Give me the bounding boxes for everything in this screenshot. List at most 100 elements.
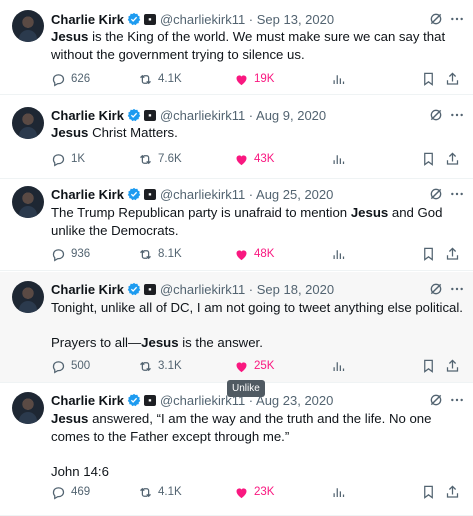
- tweet[interactable]: Charlie Kirk ▪ @charliekirk11 · Aug 25, …: [0, 180, 473, 271]
- views-icon[interactable]: [331, 150, 346, 168]
- grok-icon[interactable]: [428, 281, 444, 297]
- reply-button[interactable]: 626: [51, 70, 90, 88]
- like-button[interactable]: 19K: [234, 70, 274, 88]
- tweet[interactable]: Charlie Kirk ▪ @charliekirk11 · Aug 9, 2…: [0, 96, 473, 179]
- author-name[interactable]: Charlie Kirk: [51, 108, 124, 123]
- tweet[interactable]: Charlie Kirk ▪ @charliekirk11 · Sep 18, …: [0, 272, 473, 383]
- heart-icon: [236, 361, 247, 372]
- verified-badge-icon: [127, 282, 141, 296]
- tweet-header: Charlie Kirk ▪ @charliekirk11 · Aug 23, …: [51, 391, 333, 409]
- reply-count: 500: [71, 360, 91, 372]
- author-name[interactable]: Charlie Kirk: [51, 12, 124, 27]
- views-icon[interactable]: [331, 245, 346, 263]
- reply-icon: [52, 360, 65, 374]
- views-icon[interactable]: [331, 483, 346, 501]
- handle-and-date[interactable]: @charliekirk11 · Sep 13, 2020: [160, 12, 334, 27]
- avatar[interactable]: [12, 10, 44, 42]
- tweet-text: Jesus Christ Matters.: [51, 125, 178, 140]
- share-icon[interactable]: [445, 245, 460, 263]
- repost-icon: [140, 361, 151, 371]
- share-icon[interactable]: [445, 483, 460, 501]
- repost-button[interactable]: 7.6K: [138, 150, 182, 168]
- reply-button[interactable]: 500: [51, 357, 90, 375]
- repost-button[interactable]: 4.1K: [138, 483, 182, 501]
- repost-count: 4.1K: [158, 486, 182, 498]
- author-name[interactable]: Charlie Kirk: [51, 282, 124, 297]
- like-button[interactable]: 48K: [234, 245, 274, 263]
- like-button[interactable]: 43K: [234, 150, 274, 168]
- tweet-actions: 626 4.1K 19K: [51, 70, 463, 88]
- like-button[interactable]: 23K: [234, 483, 274, 501]
- verified-badge-icon: [127, 393, 141, 407]
- affiliate-badge-icon: ▪: [143, 13, 156, 25]
- tweet-header: Charlie Kirk ▪ @charliekirk11 · Aug 9, 2…: [51, 106, 326, 124]
- like-button[interactable]: 25K: [234, 357, 274, 375]
- repost-icon: [140, 154, 151, 164]
- avatar[interactable]: [12, 107, 44, 139]
- tweet[interactable]: Charlie Kirk ▪ @charliekirk11 · Aug 23, …: [0, 384, 473, 516]
- author-name[interactable]: Charlie Kirk: [51, 393, 124, 408]
- heart-icon: [236, 249, 247, 260]
- reply-icon: [52, 73, 65, 87]
- views-icon[interactable]: [331, 70, 346, 88]
- reply-button[interactable]: 469: [51, 483, 90, 501]
- grok-icon[interactable]: [428, 107, 444, 123]
- verified-badge-icon: [127, 108, 141, 122]
- handle-and-date[interactable]: @charliekirk11 · Sep 18, 2020: [160, 282, 334, 297]
- bookmark-icon[interactable]: [421, 150, 436, 168]
- views-icon[interactable]: [331, 357, 346, 375]
- avatar[interactable]: [12, 186, 44, 218]
- like-count: 43K: [254, 153, 275, 165]
- bookmark-icon[interactable]: [421, 357, 436, 375]
- tweet-actions: 469 4.1K 23K: [51, 483, 463, 501]
- bookmark-icon[interactable]: [421, 245, 436, 263]
- repost-button[interactable]: 4.1K: [138, 70, 182, 88]
- more-options-icon[interactable]: [449, 107, 465, 123]
- repost-button[interactable]: 8.1K: [138, 245, 182, 263]
- like-count: 23K: [254, 486, 275, 498]
- affiliate-badge-icon: ▪: [143, 394, 156, 406]
- affiliate-badge-icon: ▪: [143, 109, 156, 121]
- repost-icon: [140, 249, 151, 259]
- repost-button[interactable]: 3.1K: [138, 357, 182, 375]
- more-options-icon[interactable]: [449, 392, 465, 408]
- reply-icon: [52, 153, 65, 167]
- handle-and-date[interactable]: @charliekirk11 · Aug 25, 2020: [160, 187, 333, 202]
- reply-button[interactable]: 1K: [51, 150, 85, 168]
- tweet[interactable]: Charlie Kirk ▪ @charliekirk11 · Sep 13, …: [0, 0, 473, 95]
- tweet-actions: 1K 7.6K 43K: [51, 150, 463, 168]
- repost-icon: [140, 74, 151, 84]
- more-options-icon[interactable]: [449, 186, 465, 202]
- share-icon[interactable]: [445, 357, 460, 375]
- tweet-header: Charlie Kirk ▪ @charliekirk11 · Sep 18, …: [51, 280, 334, 298]
- affiliate-badge-icon: ▪: [143, 283, 156, 295]
- share-icon[interactable]: [445, 70, 460, 88]
- handle-and-date[interactable]: @charliekirk11 · Aug 9, 2020: [160, 108, 326, 123]
- author-name[interactable]: Charlie Kirk: [51, 187, 124, 202]
- like-count: 19K: [254, 73, 275, 85]
- verified-badge-icon: [127, 12, 141, 26]
- avatar[interactable]: [12, 281, 44, 313]
- reply-count: 626: [71, 73, 91, 85]
- tweet-header: Charlie Kirk ▪ @charliekirk11 · Aug 25, …: [51, 185, 333, 203]
- grok-icon[interactable]: [428, 11, 444, 27]
- repost-icon: [140, 487, 151, 497]
- repost-count: 3.1K: [158, 360, 182, 372]
- tweet-header: Charlie Kirk ▪ @charliekirk11 · Sep 13, …: [51, 10, 334, 28]
- grok-icon[interactable]: [428, 392, 444, 408]
- grok-icon[interactable]: [428, 186, 444, 202]
- verified-badge-icon: [127, 187, 141, 201]
- avatar[interactable]: [12, 392, 44, 424]
- reply-icon: [52, 248, 65, 262]
- tweet-text: Jesus is the King of the world. We must …: [51, 29, 446, 62]
- more-options-icon[interactable]: [449, 11, 465, 27]
- like-count: 25K: [254, 360, 275, 372]
- bookmark-icon[interactable]: [421, 483, 436, 501]
- share-icon[interactable]: [445, 150, 460, 168]
- heart-icon: [236, 487, 247, 498]
- more-options-icon[interactable]: [449, 281, 465, 297]
- repost-count: 4.1K: [158, 73, 182, 85]
- bookmark-icon[interactable]: [421, 70, 436, 88]
- reply-button[interactable]: 936: [51, 245, 90, 263]
- unlike-tooltip: Unlike: [227, 380, 265, 397]
